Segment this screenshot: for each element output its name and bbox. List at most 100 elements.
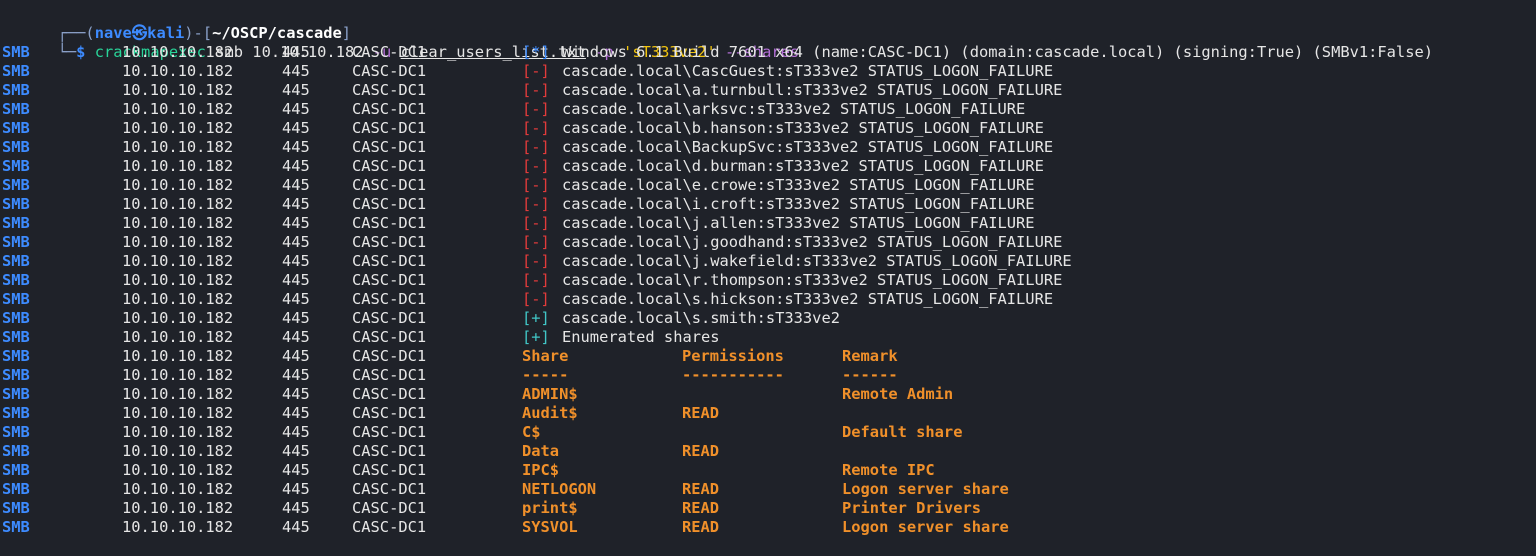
share-remark: Logon server share [842,518,1009,536]
header-share: Share [522,347,569,365]
row-status-marker: [-] [522,138,550,156]
row-hostname: CASC-DC1 [352,195,427,213]
row-protocol: SMB [2,100,30,118]
output-row: SMB 10.10.10.182 445 CASC-DC1 [-] cascade.loc… [0,252,1536,271]
command-output: SMB 10.10.10.182 445 CASC-DC1 [*] Windows 6.1… [0,43,1536,347]
row-port: 445 [282,461,310,479]
share-name: NETLOGON [522,480,597,498]
row-protocol: SMB [2,43,30,61]
row-message: cascade.local\arksvc:sT333ve2 STATUS_LOG… [562,100,1026,118]
row-hostname: CASC-DC1 [352,157,427,175]
share-row: SMB 10.10.10.182 445 CASC-DC1 SYSVOL READ Logo… [0,518,1536,537]
row-ip: 10.10.10.182 [122,404,234,422]
output-row: SMB 10.10.10.182 445 CASC-DC1 [-] cascade.loc… [0,119,1536,138]
row-message: cascade.local\s.hickson:sT333ve2 STATUS_… [562,290,1054,308]
row-protocol: SMB [2,176,30,194]
output-row: SMB 10.10.10.182 445 CASC-DC1 [-] cascade.loc… [0,138,1536,157]
row-ip: 10.10.10.182 [122,233,234,251]
share-row: SMB 10.10.10.182 445 CASC-DC1 Audit$ READ [0,404,1536,423]
row-hostname: CASC-DC1 [352,518,427,536]
row-ip: 10.10.10.182 [122,290,234,308]
row-hostname: CASC-DC1 [352,461,427,479]
output-row: SMB 10.10.10.182 445 CASC-DC1 [-] cascade.loc… [0,214,1536,233]
row-protocol: SMB [2,290,30,308]
row-hostname: CASC-DC1 [352,366,427,384]
share-name: C$ [522,423,541,441]
share-remark: Logon server share [842,480,1009,498]
row-protocol: SMB [2,480,30,498]
row-message: cascade.local\j.wakefield:sT333ve2 STATU… [562,252,1072,270]
output-row: SMB 10.10.10.182 445 CASC-DC1 [-] cascade.loc… [0,176,1536,195]
separator-remark: ------ [842,366,898,384]
share-row: SMB 10.10.10.182 445 CASC-DC1 C$ Default shar… [0,423,1536,442]
share-name: Audit$ [522,404,578,422]
prompt-line: ┌──(nave㉿kali)-[~/OSCP/cascade] [0,5,1536,42]
row-protocol: SMB [2,423,30,441]
row-protocol: SMB [2,252,30,270]
terminal-window[interactable]: ┌──(nave㉿kali)-[~/OSCP/cascade] └─$ crac… [0,0,1536,537]
share-name: ADMIN$ [522,385,578,403]
share-permission: READ [682,518,720,536]
row-port: 445 [282,176,310,194]
share-remark: Remote Admin [842,385,954,403]
row-protocol: SMB [2,461,30,479]
row-ip: 10.10.10.182 [122,214,234,232]
row-protocol: SMB [2,271,30,289]
row-hostname: CASC-DC1 [352,404,427,422]
row-hostname: CASC-DC1 [352,43,427,61]
row-protocol: SMB [2,157,30,175]
row-port: 445 [282,62,310,80]
header-permissions: Permissions [682,347,784,365]
row-message: cascade.local\i.croft:sT333ve2 STATUS_LO… [562,195,1035,213]
row-status-marker: [-] [522,81,550,99]
row-protocol: SMB [2,328,30,346]
row-port: 445 [282,309,310,327]
row-port: 445 [282,157,310,175]
command-line[interactable]: └─$ crackmapexec smb 10.10.10.182 -u cle… [0,24,1536,61]
row-port: 445 [282,423,310,441]
share-permission: READ [682,404,720,422]
row-status-marker: [-] [522,233,550,251]
row-status-marker: [-] [522,176,550,194]
row-hostname: CASC-DC1 [352,100,427,118]
row-protocol: SMB [2,119,30,137]
row-port: 445 [282,100,310,118]
row-port: 445 [282,252,310,270]
row-port: 445 [282,119,310,137]
row-hostname: CASC-DC1 [352,480,427,498]
row-port: 445 [282,290,310,308]
share-name: SYSVOL [522,518,578,536]
row-ip: 10.10.10.182 [122,81,234,99]
row-protocol: SMB [2,347,30,365]
shares-separator-row: SMB 10.10.10.182 445 CASC-DC1 ----- ---------… [0,366,1536,385]
row-port: 445 [282,366,310,384]
output-row: SMB 10.10.10.182 445 CASC-DC1 [-] cascade.loc… [0,195,1536,214]
output-row: SMB 10.10.10.182 445 CASC-DC1 [-] cascade.loc… [0,100,1536,119]
row-protocol: SMB [2,81,30,99]
row-ip: 10.10.10.182 [122,100,234,118]
row-ip: 10.10.10.182 [122,442,234,460]
row-port: 445 [282,480,310,498]
row-ip: 10.10.10.182 [122,119,234,137]
share-remark: Printer Drivers [842,499,981,517]
row-port: 445 [282,195,310,213]
row-hostname: CASC-DC1 [352,214,427,232]
row-protocol: SMB [2,442,30,460]
row-port: 445 [282,518,310,536]
row-protocol: SMB [2,214,30,232]
row-message: Enumerated shares [562,328,720,346]
row-port: 445 [282,271,310,289]
output-row: SMB 10.10.10.182 445 CASC-DC1 [-] cascade.loc… [0,62,1536,81]
share-permission: READ [682,480,720,498]
share-permission: READ [682,499,720,517]
row-port: 445 [282,385,310,403]
row-hostname: CASC-DC1 [352,81,427,99]
output-row: SMB 10.10.10.182 445 CASC-DC1 [*] Windows 6.1… [0,43,1536,62]
row-protocol: SMB [2,138,30,156]
share-name: print$ [522,499,578,517]
header-remark: Remark [842,347,898,365]
row-message: cascade.local\a.turnbull:sT333ve2 STATUS… [562,81,1063,99]
row-protocol: SMB [2,233,30,251]
row-hostname: CASC-DC1 [352,423,427,441]
row-ip: 10.10.10.182 [122,518,234,536]
